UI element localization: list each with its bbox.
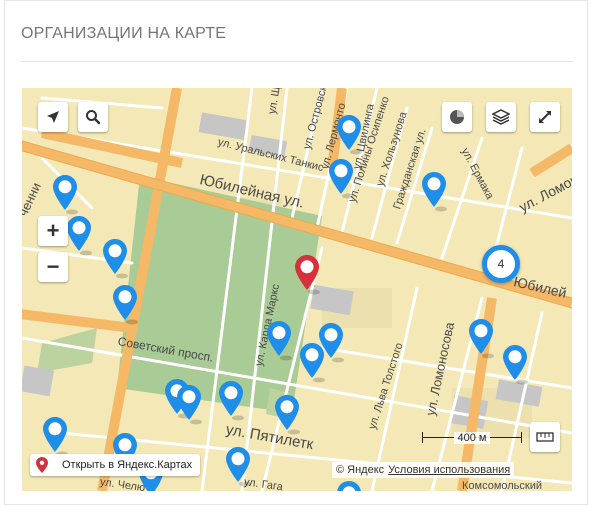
ruler-button[interactable] [530,422,560,452]
geolocation-button[interactable] [38,102,68,132]
placemark-16[interactable] [274,394,300,436]
search-icon [86,110,101,125]
placemark-4[interactable] [421,171,447,213]
placemark-icon [53,175,78,215]
placemark-icon [503,345,528,385]
street-label-komsomolsky: Комсомольский [462,480,543,491]
placemark-icon [103,239,128,279]
copyright-text: © Яндекс [336,464,385,476]
layers-button[interactable] [486,102,516,132]
placemark-6[interactable] [102,238,128,280]
placemark-17[interactable] [42,416,68,458]
placemark-icon [337,115,362,155]
placemark-icon [43,417,68,457]
placemark-icon [300,343,325,383]
map-view[interactable]: ул. Щорса ул. Островско ул. Лермонто ул.… [22,88,572,491]
title-divider [21,61,573,62]
traffic-icon [450,110,464,124]
terms-link[interactable]: Условия использования [388,464,510,476]
placemark-5[interactable] [66,215,92,257]
open-in-yandex-link[interactable]: Открыть в Яндекс.Картах [30,454,201,476]
panel-title: ОРГАНИЗАЦИИ НА КАРТЕ [21,25,227,42]
ruler-icon [536,432,554,442]
placemark-3[interactable] [52,174,78,216]
placemark-icon [469,319,494,359]
placemark-21[interactable] [336,480,362,491]
placemark-2[interactable] [328,158,354,200]
zoom-in-button[interactable]: + [38,216,68,246]
zoom-out-button[interactable]: − [38,252,68,282]
traffic-button[interactable] [442,102,472,132]
search-button[interactable] [78,102,108,132]
minus-icon: − [46,254,60,279]
placemark-icon [422,172,447,212]
placemark-8[interactable] [266,320,292,362]
placemark-14[interactable] [176,384,202,426]
cluster-count: 4 [497,257,505,271]
placemark-icon [337,481,361,491]
layers-icon [492,109,510,125]
placemark-selected-red[interactable] [294,254,320,296]
geolocation-icon [47,111,59,123]
scale-line: 400 м [422,430,522,446]
plus-icon: + [46,218,60,243]
placemark-icon [329,159,354,199]
placemark-icon [113,285,138,325]
fullscreen-button[interactable] [530,102,560,132]
placemark-icon [67,216,92,256]
placemark-1[interactable] [336,114,362,156]
zoom-control: + − [38,216,68,282]
placemark-19[interactable] [225,446,251,488]
placemark-10[interactable] [299,342,325,384]
placemark-icon [275,395,300,435]
placemark-11[interactable] [468,318,494,360]
placemark-icon [177,385,202,425]
placemark-7[interactable] [112,284,138,326]
placemark-icon [219,381,244,421]
map-copyright: © Яндекс Условия использования [332,462,515,478]
fullscreen-icon [539,111,551,123]
placemark-12[interactable] [502,344,528,386]
open-in-yandex-label: Открыть в Яндекс.Картах [62,459,193,471]
placemark-15[interactable] [218,380,244,422]
cluster-placemark[interactable]: 4 [482,245,520,283]
placemark-icon [226,447,251,487]
placemark-icon [295,255,320,295]
map-pin-icon [36,457,48,473]
scale-label: 400 м [453,432,491,444]
placemark-icon [267,321,292,361]
